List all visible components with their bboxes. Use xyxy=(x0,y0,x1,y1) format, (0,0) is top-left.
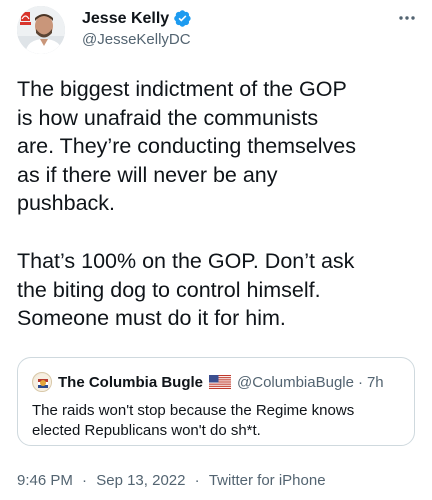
author-name[interactable]: Jesse Kelly xyxy=(82,9,169,28)
quoted-separator: · xyxy=(357,373,363,391)
quoted-tweet-text: The raids won't stop because the Regime … xyxy=(32,402,355,439)
quoted-author-name[interactable]: The Columbia Bugle xyxy=(58,373,203,392)
quoted-author-avatar[interactable] xyxy=(32,372,52,392)
tweet-text: The biggest indictment of the GOP is how… xyxy=(17,75,422,333)
tweet-date[interactable]: Sep 13, 2022 xyxy=(96,471,185,490)
more-icon xyxy=(399,16,415,20)
tweet-paragraph: The biggest indictment of the GOP is how… xyxy=(17,77,357,216)
us-flag-icon xyxy=(209,375,232,389)
author-avatar[interactable] xyxy=(17,6,65,54)
quoted-author-handle[interactable]: @ColumbiaBugle xyxy=(237,373,354,392)
quoted-tweet-header: The Columbia Bugle @ColumbiaBugle · 7h xyxy=(32,372,384,392)
author-name-row[interactable]: Jesse Kelly xyxy=(82,9,192,28)
more-options-button[interactable] xyxy=(394,8,420,28)
verified-badge-icon xyxy=(173,9,192,28)
tweet-paragraph: That’s 100% on the GOP. Don’t ask the bi… xyxy=(17,248,355,331)
tweet: Jesse Kelly @JesseKellyDC The biggest in… xyxy=(0,0,432,500)
tweet-meta: 9:46 PM · Sep 13, 2022 · Twitter for iPh… xyxy=(17,471,326,490)
meta-separator: · xyxy=(194,472,200,489)
meta-separator: · xyxy=(82,472,88,489)
tweet-time[interactable]: 9:46 PM xyxy=(17,471,73,490)
quoted-timestamp[interactable]: 7h xyxy=(367,373,384,392)
tweet-source[interactable]: Twitter for iPhone xyxy=(209,471,326,490)
quoted-tweet-card[interactable]: The Columbia Bugle @ColumbiaBugle · 7h T… xyxy=(17,357,415,446)
author-handle[interactable]: @JesseKellyDC xyxy=(82,30,191,49)
